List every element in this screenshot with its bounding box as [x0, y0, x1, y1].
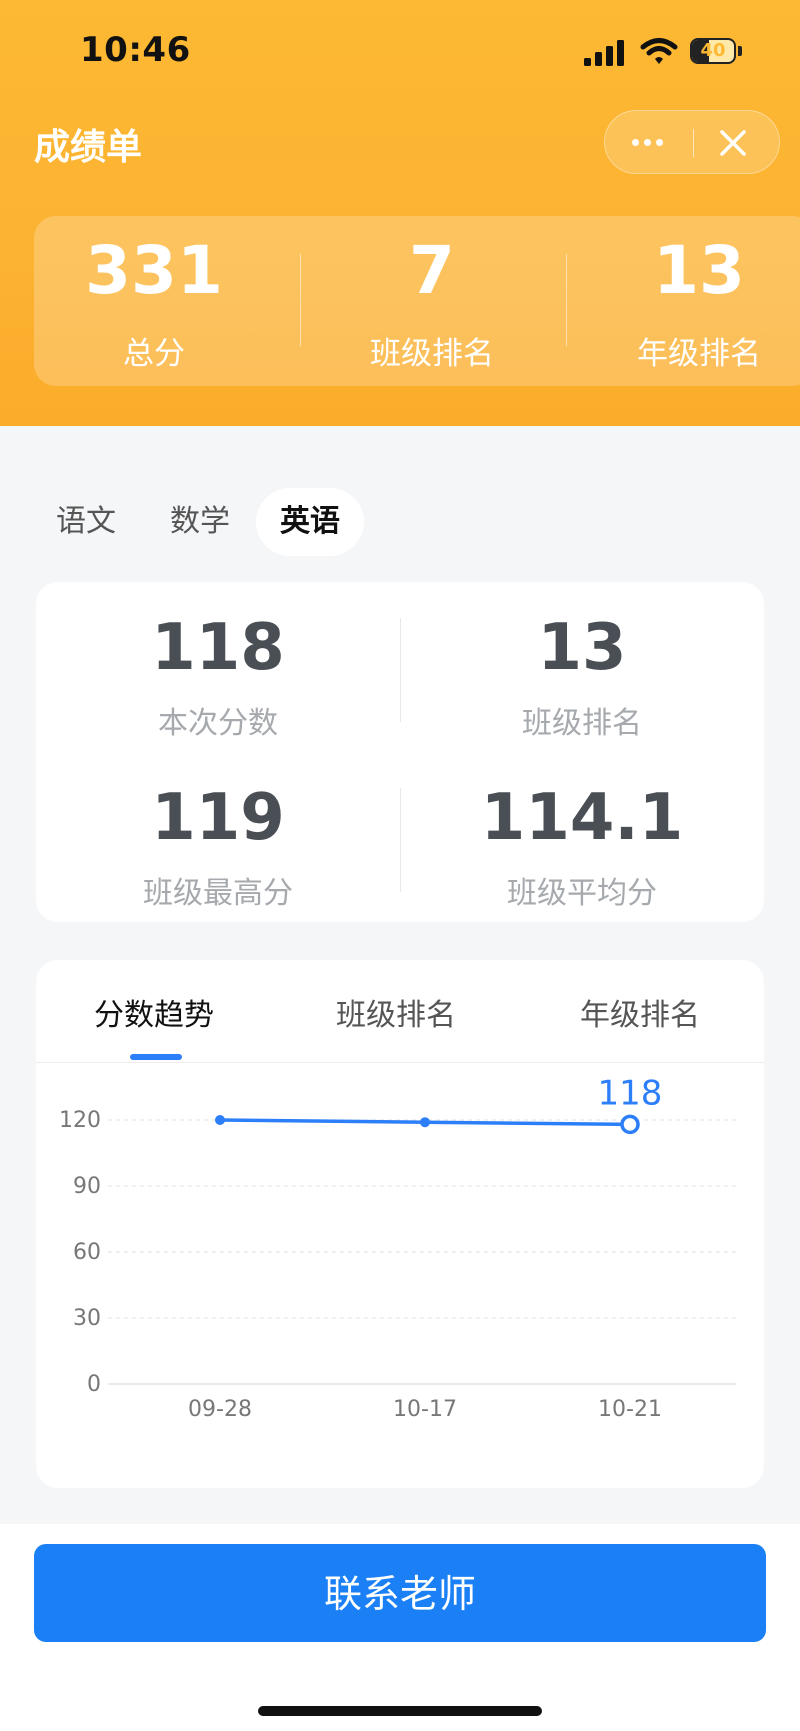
summary-class-rank: 7 班级排名 [312, 216, 552, 386]
mini-program-capsule [604, 110, 780, 174]
cellular-signal-icon [584, 40, 624, 66]
grade-rank-label: 年级排名 [637, 336, 761, 372]
header: 10:46 40 成绩单 331 总分 7 班级排名 13 年级排名 [0, 0, 800, 426]
total-score-value: 331 [85, 232, 223, 309]
score-trend-chart: 120 90 60 30 0 09-28 10-17 10-21 118 [59, 1073, 736, 1422]
summary-total: 331 总分 [34, 216, 274, 386]
tab-english[interactable]: 英语 [256, 488, 364, 556]
stat-class-max: 119 班级最高分 [36, 786, 400, 912]
class-max-label: 班级最高分 [143, 876, 293, 911]
tab-class-rank[interactable]: 班级排名 [336, 990, 456, 1034]
tab-grade-rank[interactable]: 年级排名 [580, 990, 700, 1034]
bottom-bar: 联系老师 [0, 1524, 800, 1731]
wifi-icon [640, 38, 678, 64]
x-tick-label: 09-28 [188, 1397, 252, 1422]
class-rank-value: 7 [409, 232, 455, 309]
summary-divider [300, 254, 301, 346]
battery-level: 40 [700, 40, 726, 61]
home-indicator [258, 1706, 542, 1716]
class-avg-label: 班级平均分 [507, 876, 657, 911]
class-avg-value: 114.1 [480, 781, 684, 855]
summary-card: 331 总分 7 班级排名 13 年级排名 [34, 216, 800, 386]
stat-class-rank: 13 班级排名 [400, 616, 764, 742]
class-rank-label: 班级排名 [370, 336, 494, 372]
close-icon[interactable] [713, 123, 753, 163]
class-max-value: 119 [151, 781, 285, 855]
tab-chinese[interactable]: 语文 [32, 488, 140, 556]
data-point-highlight [620, 1114, 640, 1135]
grade-rank-value: 13 [653, 232, 745, 309]
total-score-label: 总分 [123, 336, 185, 372]
subject-class-rank-value: 13 [537, 611, 627, 685]
summary-divider [566, 254, 567, 346]
data-point [420, 1117, 430, 1128]
data-label: 118 [598, 1073, 663, 1113]
y-tick-label: 0 [87, 1372, 101, 1397]
chart-tabs: 分数趋势 班级排名 年级排名 [36, 960, 764, 1063]
y-tick-label: 90 [73, 1174, 101, 1199]
active-tab-indicator [130, 1054, 182, 1060]
battery-icon: 40 [690, 38, 744, 66]
capsule-divider [693, 129, 694, 157]
more-options-button[interactable] [605, 111, 691, 173]
status-time: 10:46 [80, 30, 191, 70]
summary-grade-rank: 13 年级排名 [579, 216, 800, 386]
y-tick-label: 30 [73, 1306, 101, 1331]
x-tick-label: 10-17 [393, 1397, 457, 1422]
tab-math[interactable]: 数学 [146, 488, 254, 556]
score-value: 118 [151, 611, 285, 685]
subject-stats-card: 118 本次分数 13 班级排名 119 班级最高分 114.1 班级平均分 [36, 582, 764, 922]
subject-tabs: 语文 数学 英语 [34, 488, 734, 558]
tab-score-trend[interactable]: 分数趋势 [94, 990, 214, 1034]
status-bar: 10:46 40 [0, 0, 800, 100]
y-tick-label: 60 [73, 1240, 101, 1265]
data-point [215, 1115, 225, 1125]
chart-card: 分数趋势 班级排名 年级排名 120 90 60 30 0 09-28 10-17 10-21… [36, 960, 764, 1488]
contact-teacher-button[interactable]: 联系老师 [34, 1544, 766, 1642]
y-tick-label: 120 [59, 1108, 101, 1133]
page-title: 成绩单 [34, 127, 143, 168]
subject-class-rank-label: 班级排名 [522, 706, 642, 741]
score-label: 本次分数 [158, 706, 278, 741]
x-tick-label: 10-21 [598, 1397, 662, 1422]
stat-score: 118 本次分数 [36, 616, 400, 742]
stat-class-avg: 114.1 班级平均分 [400, 786, 764, 912]
